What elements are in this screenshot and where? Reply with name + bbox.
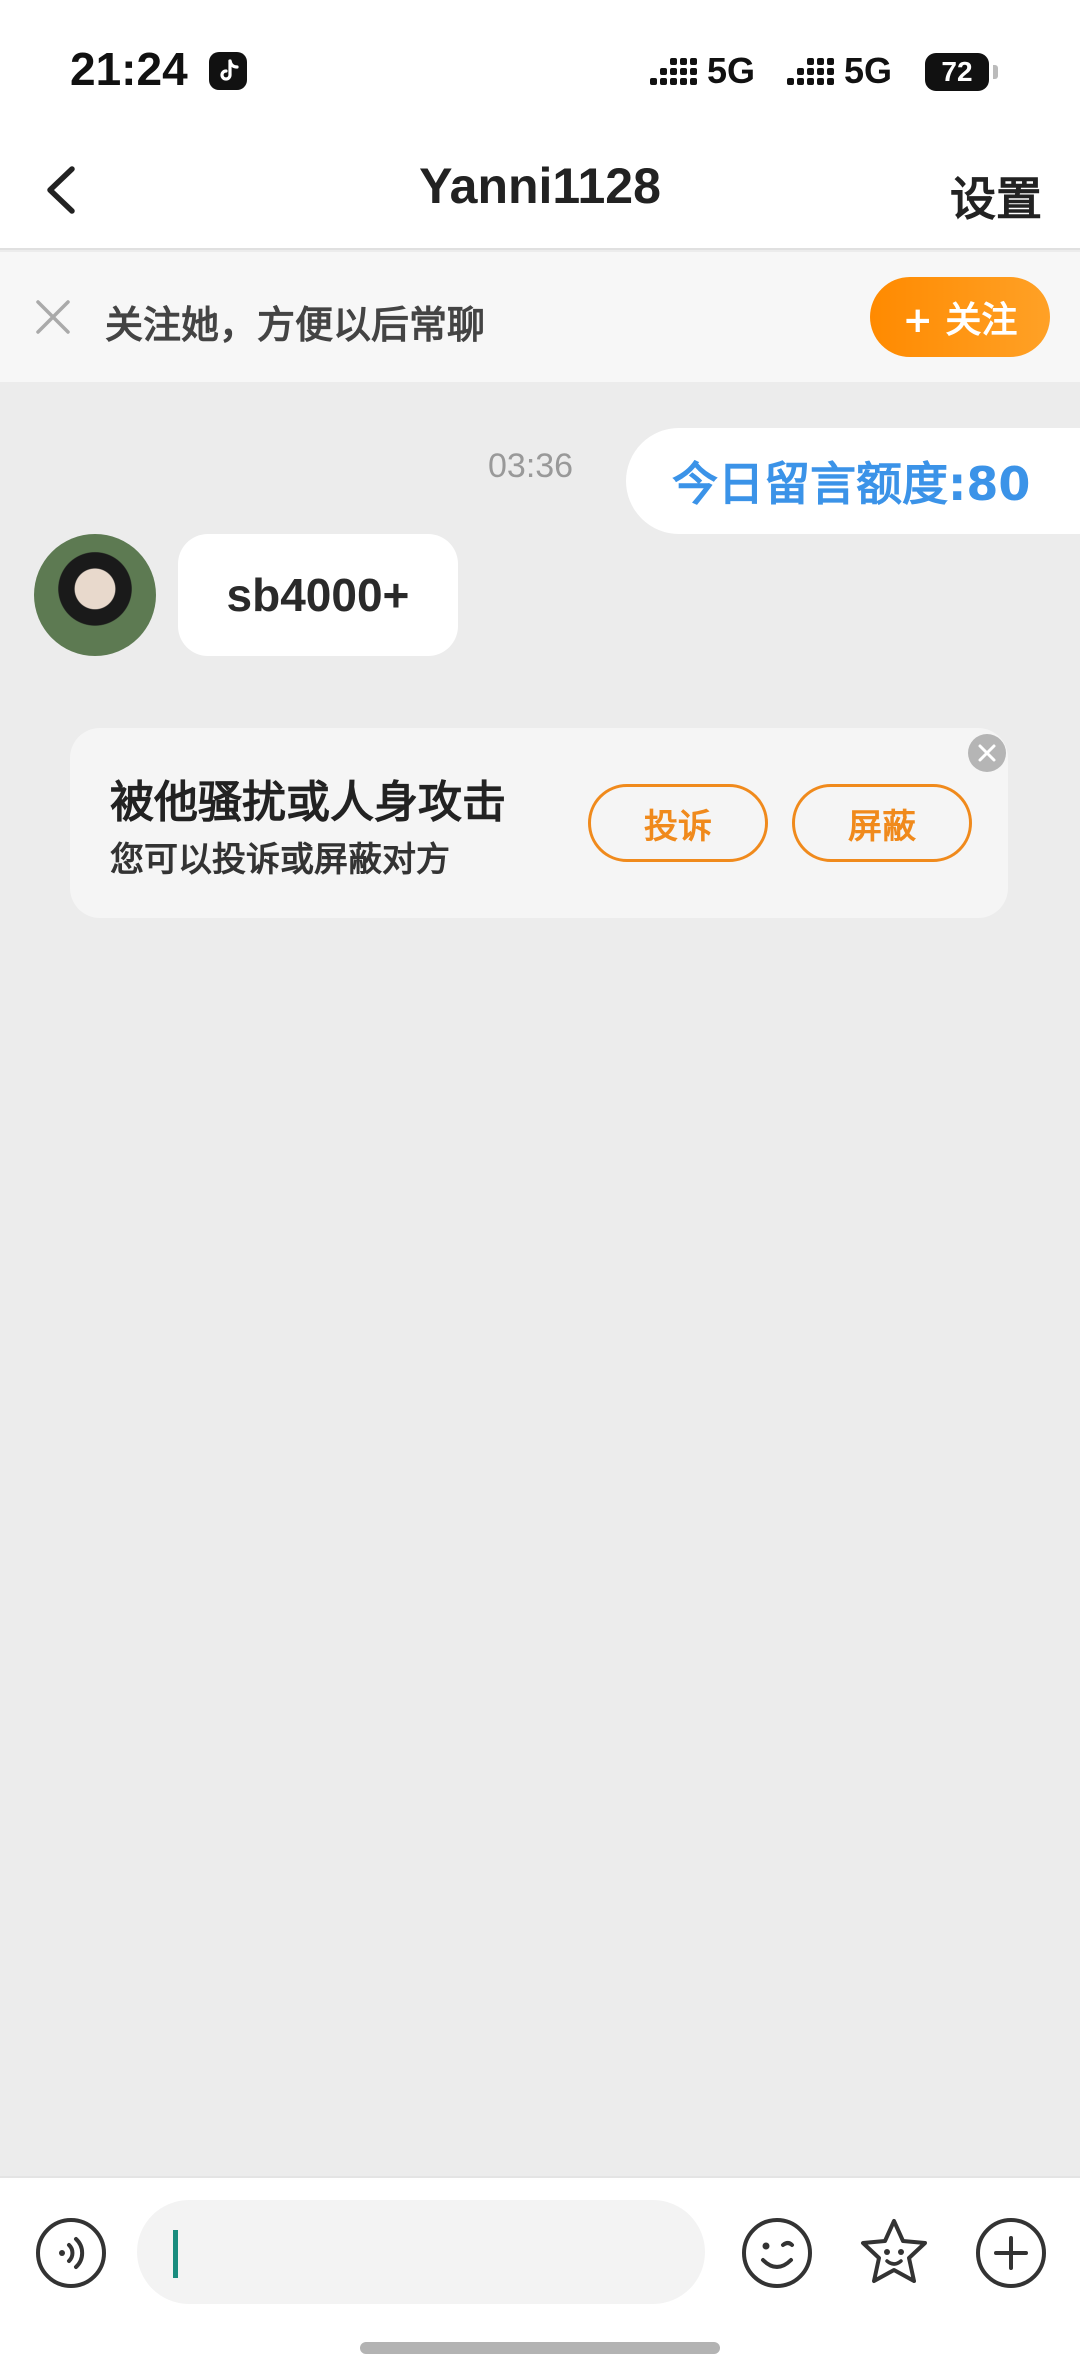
signal-bars-icon — [787, 57, 834, 85]
harassment-report-card: 被他骚扰或人身攻击 您可以投诉或屏蔽对方 投诉 屏蔽 — [70, 728, 1008, 918]
plus-button[interactable] — [974, 2216, 1048, 2290]
message-input[interactable] — [137, 2200, 705, 2304]
voice-button[interactable] — [34, 2216, 108, 2290]
emoji-button[interactable] — [740, 2216, 814, 2290]
signal-1: 5G — [650, 50, 755, 92]
signal-2: 5G — [787, 50, 892, 92]
sticker-icon — [861, 2219, 927, 2283]
complain-button[interactable]: 投诉 — [588, 784, 768, 862]
home-indicator[interactable] — [360, 2342, 720, 2354]
close-icon[interactable] — [968, 734, 1006, 772]
status-time: 21:24 — [70, 43, 188, 95]
input-bar — [0, 2176, 1080, 2374]
nav-bar: Yanni1128 设置 — [0, 135, 1080, 250]
follow-button[interactable]: + 关注 — [870, 277, 1050, 357]
follow-prompt: 关注她，方便以后常聊 — [105, 303, 486, 347]
status-bar: 21:24 5G 5G 72 — [0, 0, 1080, 135]
card-subtitle: 您可以投诉或屏蔽对方 — [110, 840, 450, 880]
voice-icon — [36, 2218, 106, 2288]
page-title: Yanni1128 — [419, 158, 661, 214]
close-icon[interactable] — [30, 294, 76, 340]
battery-icon: 72 — [925, 53, 998, 91]
signal-bars-icon — [650, 57, 697, 85]
card-title: 被他骚扰或人身攻击 — [110, 777, 506, 828]
plus-icon — [976, 2218, 1046, 2288]
message-bubble[interactable]: sb4000+ — [178, 534, 458, 656]
avatar[interactable] — [34, 534, 156, 656]
quota-bubble: 今日留言额度:80 — [626, 428, 1080, 534]
block-button[interactable]: 屏蔽 — [792, 784, 972, 862]
settings-button[interactable]: 设置 — [950, 163, 1042, 229]
tiktok-icon — [209, 52, 247, 90]
network-label: 5G — [844, 50, 893, 91]
sticker-button[interactable] — [857, 2216, 931, 2290]
message-timestamp: 03:36 — [488, 447, 574, 485]
emoji-icon — [742, 2218, 812, 2288]
text-caret — [173, 2230, 178, 2278]
follow-banner: 关注她，方便以后常聊 + 关注 — [0, 252, 1080, 382]
network-label: 5G — [707, 50, 756, 91]
